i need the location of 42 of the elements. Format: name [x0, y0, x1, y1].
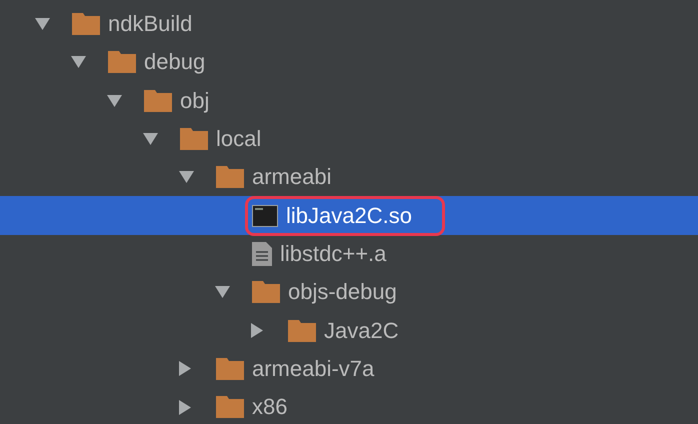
tree-row[interactable]: debug — [0, 43, 698, 82]
tree-item-label: local — [216, 126, 262, 152]
folder-icon — [216, 358, 244, 380]
tree-item-label: libstdc++.a — [280, 240, 386, 267]
tree-row[interactable]: x86 — [0, 388, 698, 424]
tree-item-label: Java2C — [324, 318, 399, 344]
collapse-arrow-icon[interactable] — [107, 94, 122, 107]
expand-arrow-icon[interactable] — [251, 323, 263, 338]
tree-item-label: x86 — [252, 394, 288, 420]
tree-item-label: obj — [180, 88, 210, 114]
tree-item-label: objs-debug — [288, 279, 397, 306]
tree-item-label: libJava2C.so — [286, 202, 412, 229]
binary-file-icon — [252, 204, 278, 227]
tree-item-label: armeabi — [252, 164, 332, 190]
folder-icon — [216, 166, 244, 188]
expand-arrow-icon[interactable] — [179, 361, 191, 376]
expand-arrow-icon[interactable] — [179, 400, 191, 415]
folder-icon — [72, 13, 100, 36]
tree-row[interactable]: libJava2C.so — [0, 196, 698, 235]
tree-item-label: ndkBuild — [108, 11, 192, 38]
collapse-arrow-icon[interactable] — [143, 133, 158, 146]
collapse-arrow-icon[interactable] — [215, 286, 230, 298]
text-file-icon — [252, 242, 272, 266]
tree-row[interactable]: libstdc++.a — [0, 234, 698, 274]
tree-row[interactable]: armeabi-v7a — [0, 350, 698, 388]
folder-icon — [252, 281, 280, 304]
folder-icon — [180, 128, 208, 150]
tree-item-label: debug — [144, 49, 206, 76]
collapse-arrow-icon[interactable] — [71, 56, 86, 68]
folder-icon — [216, 396, 244, 418]
folder-icon — [108, 51, 136, 74]
folder-icon — [144, 90, 172, 112]
collapse-arrow-icon[interactable] — [35, 18, 50, 30]
tree-row[interactable]: ndkBuild — [0, 5, 698, 44]
tree-row[interactable]: obj — [0, 82, 698, 120]
tree-item-label: armeabi-v7a — [252, 356, 374, 382]
folder-icon — [288, 320, 316, 342]
collapse-arrow-icon[interactable] — [179, 171, 194, 184]
tree-row[interactable]: Java2C — [0, 311, 698, 350]
tree-row[interactable]: armeabi — [0, 158, 698, 196]
tree-row[interactable]: objs-debug — [0, 273, 698, 312]
tree-row[interactable]: local — [0, 120, 698, 158]
